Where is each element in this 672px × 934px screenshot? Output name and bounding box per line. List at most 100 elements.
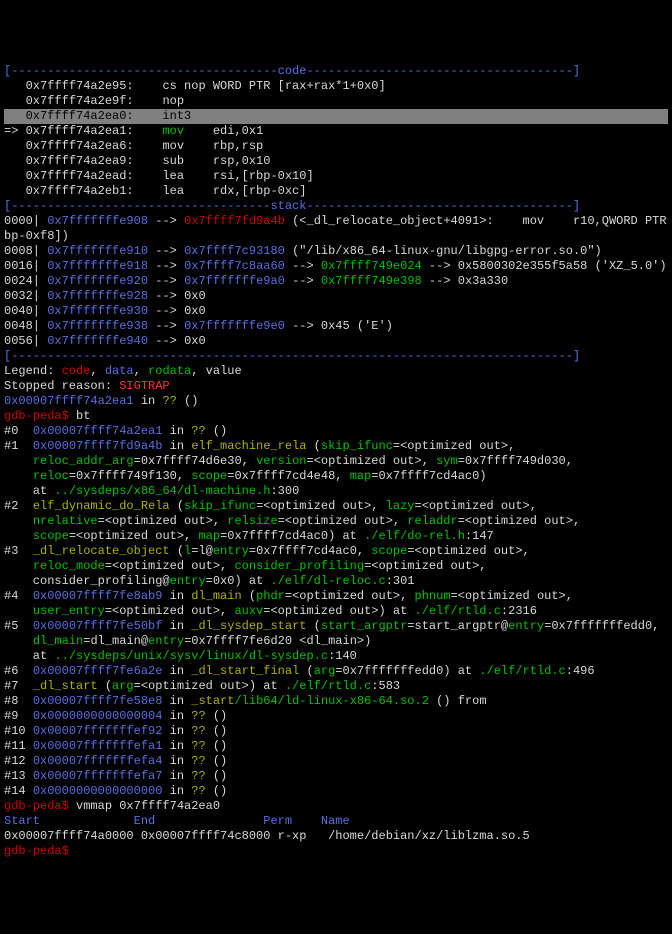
stack-line: 0024| 0x7fffffffe920 --> 0x7fffffffe9a0 … <box>4 274 668 289</box>
bt-num: #9 <box>4 709 33 723</box>
bt-num: #6 <box>4 664 33 678</box>
kv-key: relsize <box>227 514 277 528</box>
kv-key: map <box>198 529 220 543</box>
bt-addr: 0x00007ffff74a2ea1 <box>33 424 163 438</box>
mnemonic: mov <box>162 124 184 138</box>
bt-num: #10 <box>4 724 33 738</box>
arrow <box>4 94 26 108</box>
bt-line: reloc_mode=<optimized out>, consider_pro… <box>4 559 668 574</box>
code-op: nop <box>162 94 184 108</box>
bt-path: ./elf/rtld.c <box>479 664 565 678</box>
stack-line: 0056| 0x7fffffffe940 --> 0x0 <box>4 334 668 349</box>
arrow <box>4 139 26 153</box>
legend-line: Legend: code, data, rodata, value <box>4 364 668 379</box>
stack-target1: 0x0 <box>184 334 206 348</box>
bt-fn: ?? <box>191 709 205 723</box>
stack-tail: --> 0x5800302e355f5a58 ('XZ_5.0') <box>422 259 667 273</box>
stopped-label: Stopped reason: <box>4 379 119 393</box>
bt-fn: ?? <box>191 769 205 783</box>
bt-fn: dl_main <box>191 589 241 603</box>
stack-line: 0048| 0x7fffffffe938 --> 0x7fffffffe9e0 … <box>4 319 668 334</box>
bt-line-no: :496 <box>566 664 595 678</box>
kv-key: scope <box>191 469 227 483</box>
bt-line: #3 _dl_relocate_object (l=l@entry=0x7fff… <box>4 544 668 559</box>
bt-path: ./elf/rtld.c <box>415 604 501 618</box>
stack-target1: 0x0 <box>184 289 206 303</box>
bt-num: #1 <box>4 439 33 453</box>
kv-key: entry <box>148 634 184 648</box>
kv-key: entry <box>170 574 206 588</box>
bt-fn: ?? <box>191 724 205 738</box>
prompt-line: gdb-peda$ vmmap 0x7ffff74a2ea0 <box>4 799 668 814</box>
code-section-header: [-------------------------------------co… <box>4 64 668 79</box>
bt-line: #1 0x00007ffff7fd9a4b in elf_machine_rel… <box>4 439 668 454</box>
kv-key: reloc <box>33 469 69 483</box>
bt-line: #10 0x00007fffffffef92 in ?? () <box>4 724 668 739</box>
code-addr: 0x7ffff74a2ea9: <box>26 154 163 168</box>
legend-code: code <box>62 364 91 378</box>
gdb-prompt[interactable]: gdb-peda$ <box>4 409 69 423</box>
stack-addr: 0x7fffffffe930 <box>47 304 148 318</box>
code-line: 0x7ffff74a2e9f: nop <box>4 94 668 109</box>
bt-addr: 0x0000000000000004 <box>33 709 163 723</box>
bt-addr: 0x00007fffffffefa7 <box>33 769 163 783</box>
kv-key: map <box>350 469 372 483</box>
bt-addr: 0x00007fffffffef92 <box>33 724 163 738</box>
bt-line: #9 0x0000000000000004 in ?? () <box>4 709 668 724</box>
stack-line-cont: bp-0xf8]) <box>4 229 668 244</box>
bt-line: user_entry=<optimized out>, auxv=<optimi… <box>4 604 668 619</box>
bt-line: #13 0x00007fffffffefa7 in ?? () <box>4 769 668 784</box>
bt-line: dl_main=dl_main@entry=0x7ffff7fe6d20 <dl… <box>4 634 668 649</box>
stack-tail: (<_dl_relocate_object+4091>: mov r10,QWO… <box>285 214 672 228</box>
stack-tail: ("/lib/x86_64-linux-gnu/libgpg-error.so.… <box>285 244 602 258</box>
code-op: cs nop WORD PTR [rax+rax*1+0x0] <box>162 79 385 93</box>
bt-line: #6 0x00007ffff7fe6a2e in _dl_start_final… <box>4 664 668 679</box>
gdb-prompt[interactable]: gdb-peda$ <box>4 799 69 813</box>
arrow <box>4 169 26 183</box>
bt-addr: 0x00007ffff7fe6a2e <box>33 664 163 678</box>
bt-fn: elf_machine_rela <box>191 439 306 453</box>
bt-line: reloc_addr_arg=0x7ffff74d6e30, version=<… <box>4 454 668 469</box>
kv-key: version <box>256 454 306 468</box>
code-line: => 0x7ffff74a2ea1: mov edi,0x1 <box>4 124 668 139</box>
stack-tail: --> 0x3a330 <box>422 274 508 288</box>
bt-num: #5 <box>4 619 33 633</box>
stop-addr-line: 0x00007ffff74a2ea1 in ?? () <box>4 394 668 409</box>
bt-fn: _dl_start_final <box>191 664 299 678</box>
stack-offset: 0032| <box>4 289 47 303</box>
stack-target2: 0x7ffff749e398 <box>321 274 422 288</box>
vmmap-perm: r-xp <box>278 829 328 843</box>
kv-key: entry <box>508 619 544 633</box>
code-addr: 0x7ffff74a2ea6: <box>26 139 163 153</box>
arrow <box>4 184 26 198</box>
stack-line: 0016| 0x7fffffffe918 --> 0x7ffff7c8aa60 … <box>4 259 668 274</box>
arrow: --> <box>148 289 184 303</box>
stack-target1: 0x7ffff7c93180 <box>184 244 285 258</box>
kv-key: skip_ifunc <box>184 499 256 513</box>
arrow: --> <box>148 304 184 318</box>
vmmap-end: 0x00007ffff74c8000 <box>141 829 278 843</box>
stack-addr: 0x7fffffffe938 <box>47 319 148 333</box>
arrow: --> <box>148 244 184 258</box>
kv-key: lazy <box>386 499 415 513</box>
bt-num: #14 <box>4 784 33 798</box>
gdb-prompt[interactable]: gdb-peda$ <box>4 844 69 858</box>
bt-line-no: :2316 <box>501 604 537 618</box>
bt-addr: 0x00007fffffffefa1 <box>33 739 163 753</box>
stack-addr: 0x7fffffffe940 <box>47 334 148 348</box>
bt-fn: _start <box>191 694 234 708</box>
legend-rodata: rodata <box>148 364 191 378</box>
code-op: sub rsp,0x10 <box>162 154 270 168</box>
kv-key: scope <box>371 544 407 558</box>
kv-key: phnum <box>415 589 451 603</box>
code-line: 0x7ffff74a2ea9: sub rsp,0x10 <box>4 154 668 169</box>
code-line-hl: 0x7ffff74a2ea0: int3 <box>4 109 668 124</box>
code-op: mov rbp,rsp <box>162 139 263 153</box>
separator-end: [---------------------------------------… <box>4 349 580 363</box>
bt-path: ../sysdeps/unix/sysv/linux/dl-sysdep.c <box>54 649 328 663</box>
cmd-vmmap: vmmap 0x7ffff74a2ea0 <box>69 799 220 813</box>
arrow: => <box>4 124 26 138</box>
stack-section-header: [------------------------------------sta… <box>4 199 668 214</box>
kv-key: phdr <box>256 589 285 603</box>
stack-target1: 0x7fffffffe9a0 <box>184 274 285 288</box>
